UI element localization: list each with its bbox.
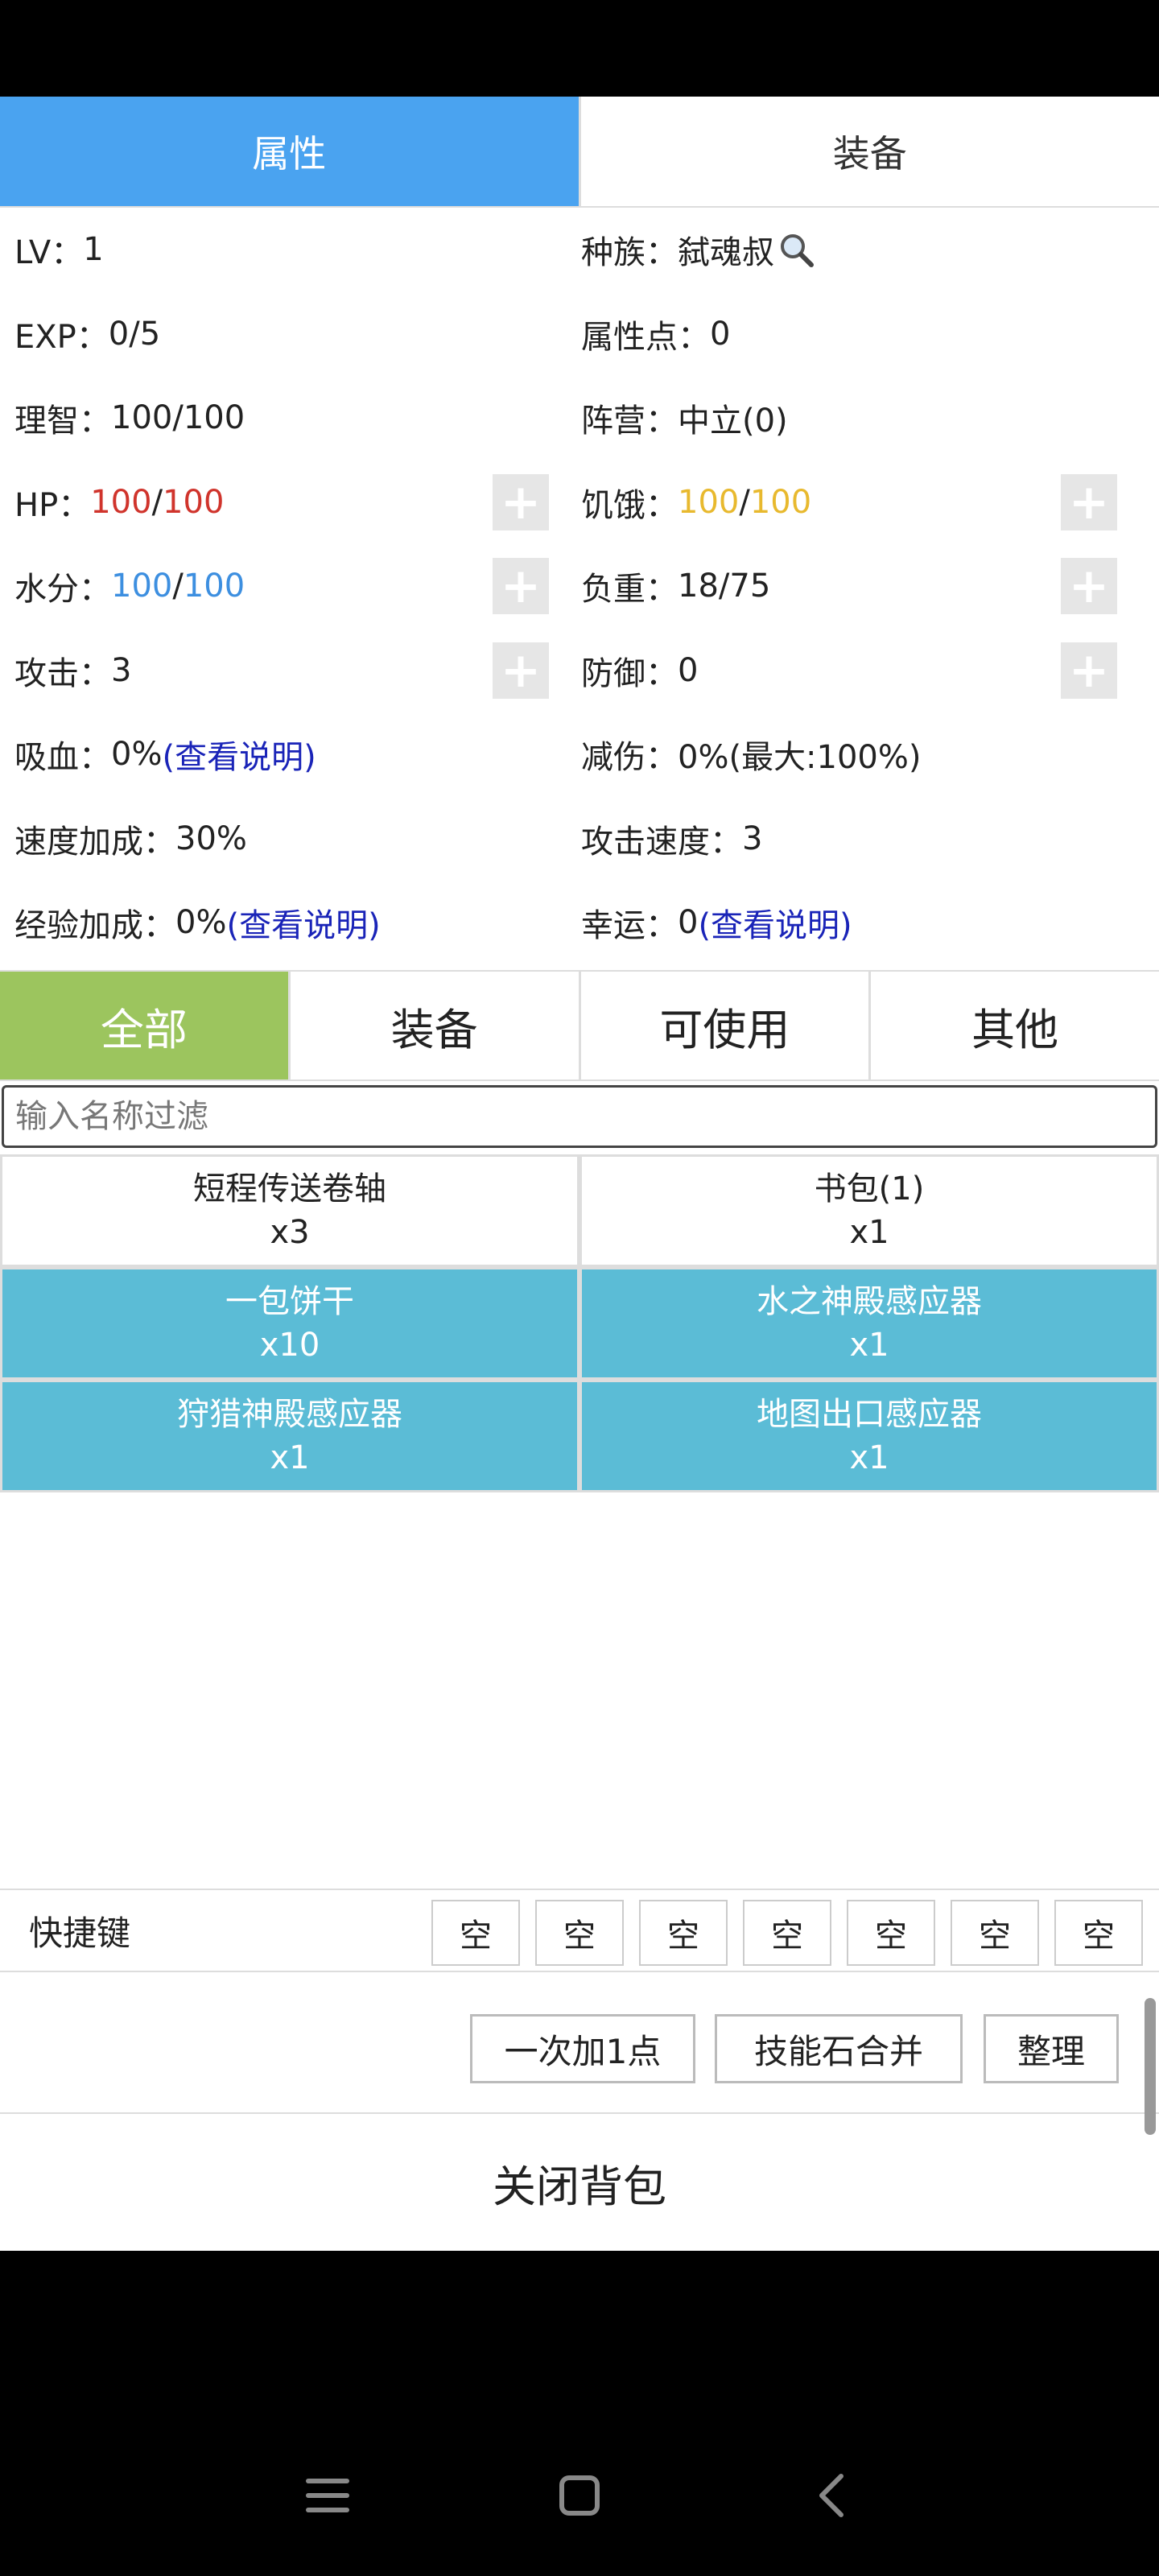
item-cell[interactable]: 短程传送卷轴 x3 (0, 1154, 580, 1267)
back-icon[interactable] (809, 2471, 857, 2520)
menu-icon[interactable] (303, 2471, 352, 2520)
tab-equipment[interactable]: 装备 (578, 97, 1159, 206)
stats-panel: LV： 1 种族： 弑魂叔 EXP： 0/5 属性点： 0 理智： 100/100 阵营 (0, 208, 1159, 965)
stat-damage-reduction: 减伤： 0%(最大:100%) (580, 712, 1159, 797)
defense-plus-button[interactable]: + (1061, 642, 1117, 699)
item-name: 狩猎神殿感应器 (177, 1396, 402, 1433)
item-name: 书包(1) (814, 1170, 925, 1208)
level-value: 1 (83, 231, 104, 269)
item-name: 短程传送卷轴 (193, 1170, 386, 1208)
item-count: x1 (849, 1439, 889, 1476)
hotkey-slot-4[interactable]: 空 (743, 1900, 831, 1966)
hunger-max: 100 (749, 483, 812, 521)
top-tabs: 属性 装备 (0, 97, 1159, 208)
hunger-current: 100 (678, 483, 740, 521)
item-name: 地图出口感应器 (757, 1396, 982, 1433)
sort-button[interactable]: 整理 (984, 2014, 1119, 2083)
item-grid: 短程传送卷轴 x3 书包(1) x1 一包饼干 x10 水之神殿感应器 x1 狩… (0, 1154, 1159, 1492)
tab-usable[interactable]: 可使用 (578, 972, 869, 1080)
item-count: x1 (849, 1214, 889, 1251)
hotkey-slot-7[interactable]: 空 (1054, 1900, 1143, 1966)
attack-value: 3 (111, 651, 132, 689)
exp-value: 0/5 (108, 315, 161, 353)
race-value: 弑魂叔 (678, 234, 774, 272)
damage-reduction-value: 0%(最大:100%) (678, 739, 922, 777)
stat-attr-points: 属性点： 0 (581, 315, 731, 356)
water-max: 100 (183, 568, 245, 605)
lifesteal-value: 0% (111, 736, 163, 774)
item-cell[interactable]: 书包(1) x1 (580, 1154, 1159, 1267)
water-current: 100 (111, 568, 173, 605)
luck-info-link[interactable]: (查看说明) (698, 899, 852, 946)
lifesteal-info-link[interactable]: (查看说明) (162, 731, 316, 778)
stat-exp: EXP： 0/5 (14, 315, 161, 356)
defense-value: 0 (678, 651, 699, 689)
faction-value: 中立(0) (678, 402, 788, 440)
stat-water: 水分： 100/100 + (0, 544, 580, 629)
stat-hunger: 饥饿： 100/100 + (580, 460, 1159, 545)
speed-bonus-value: 30% (175, 819, 247, 857)
stat-attack-speed: 攻击速度： 3 (581, 819, 763, 861)
close-bag-button[interactable]: 关闭背包 (0, 2114, 1159, 2251)
item-name: 一包饼干 (225, 1283, 354, 1320)
weight-plus-button[interactable]: + (1061, 558, 1117, 615)
stat-level: LV： 1 (14, 231, 104, 272)
search-icon[interactable] (777, 231, 815, 268)
item-count: x3 (270, 1214, 310, 1251)
weight-value: 18/75 (678, 568, 771, 605)
stat-attack: 攻击： 3 + (0, 629, 580, 713)
exp-bonus-info-link[interactable]: (查看说明) (226, 899, 380, 946)
filter-input[interactable] (2, 1085, 1157, 1148)
attack-speed-value: 3 (742, 819, 763, 857)
stat-weight: 负重： 18/75 + (580, 544, 1159, 629)
hotkey-slot-5[interactable]: 空 (847, 1900, 935, 1966)
tab-equip[interactable]: 装备 (287, 972, 579, 1080)
stat-faction: 阵营： 中立(0) (580, 376, 1159, 460)
inventory-panel: 属性 装备 LV： 1 种族： 弑魂叔 EXP： 0/5 属性点： 0 理智： … (0, 97, 1159, 2251)
hotkey-slots: 空 空 空 空 空 空 空 (431, 1900, 1143, 1966)
item-cell[interactable]: 一包饼干 x10 (0, 1267, 580, 1380)
hotkey-label: 快捷键 (29, 1913, 131, 1953)
hotkey-slot-3[interactable]: 空 (639, 1900, 728, 1966)
stat-defense: 防御： 0 + (580, 629, 1159, 713)
sanity-value: 100/100 (111, 399, 245, 437)
item-count: x1 (270, 1439, 310, 1476)
luck-value: 0 (678, 904, 699, 942)
hunger-plus-button[interactable]: + (1061, 473, 1117, 530)
stat-exp-bonus: 经验加成： 0% (查看说明) (0, 881, 580, 965)
add-one-point-button[interactable]: 一次加1点 (470, 2014, 695, 2083)
exp-bonus-value: 0% (175, 904, 227, 942)
item-cell[interactable]: 水之神殿感应器 x1 (580, 1267, 1159, 1380)
item-count: x10 (259, 1327, 320, 1364)
attr-points-value: 0 (710, 315, 731, 353)
water-plus-button[interactable]: + (493, 558, 549, 615)
stat-race: 种族： 弑魂叔 (580, 208, 1159, 292)
stat-hp: HP： 100/100 + (0, 460, 580, 545)
tab-all[interactable]: 全部 (0, 972, 288, 1080)
merge-skill-stones-button[interactable]: 技能石合并 (715, 2014, 963, 2083)
tab-other[interactable]: 其他 (868, 972, 1159, 1080)
hp-plus-button[interactable]: + (493, 473, 549, 530)
hotkey-slot-6[interactable]: 空 (951, 1900, 1039, 1966)
action-bar: 一次加1点 技能石合并 整理 (0, 1972, 1159, 2135)
system-navbar (0, 2415, 1159, 2576)
item-count: x1 (849, 1327, 889, 1364)
tab-attributes[interactable]: 属性 (0, 97, 579, 206)
category-tabs: 全部 装备 可使用 其他 (0, 970, 1159, 1081)
stat-luck: 幸运： 0 (查看说明) (580, 881, 1159, 965)
hotkey-slot-1[interactable]: 空 (431, 1900, 520, 1966)
attack-plus-button[interactable]: + (493, 642, 549, 699)
hotkey-bar: 快捷键 空 空 空 空 空 空 空 (0, 1889, 1159, 1972)
stat-sanity: 理智： 100/100 (14, 399, 245, 440)
hp-current: 100 (90, 483, 152, 521)
item-name: 水之神殿感应器 (757, 1283, 982, 1320)
item-cell[interactable]: 狩猎神殿感应器 x1 (0, 1380, 580, 1492)
stat-speed-bonus: 速度加成： 30% (14, 819, 247, 861)
hotkey-slot-2[interactable]: 空 (535, 1900, 624, 1966)
item-cell[interactable]: 地图出口感应器 x1 (580, 1380, 1159, 1492)
home-icon[interactable] (555, 2471, 604, 2520)
hp-max: 100 (163, 483, 225, 521)
stat-lifesteal: 吸血： 0% (查看说明) (0, 712, 580, 797)
